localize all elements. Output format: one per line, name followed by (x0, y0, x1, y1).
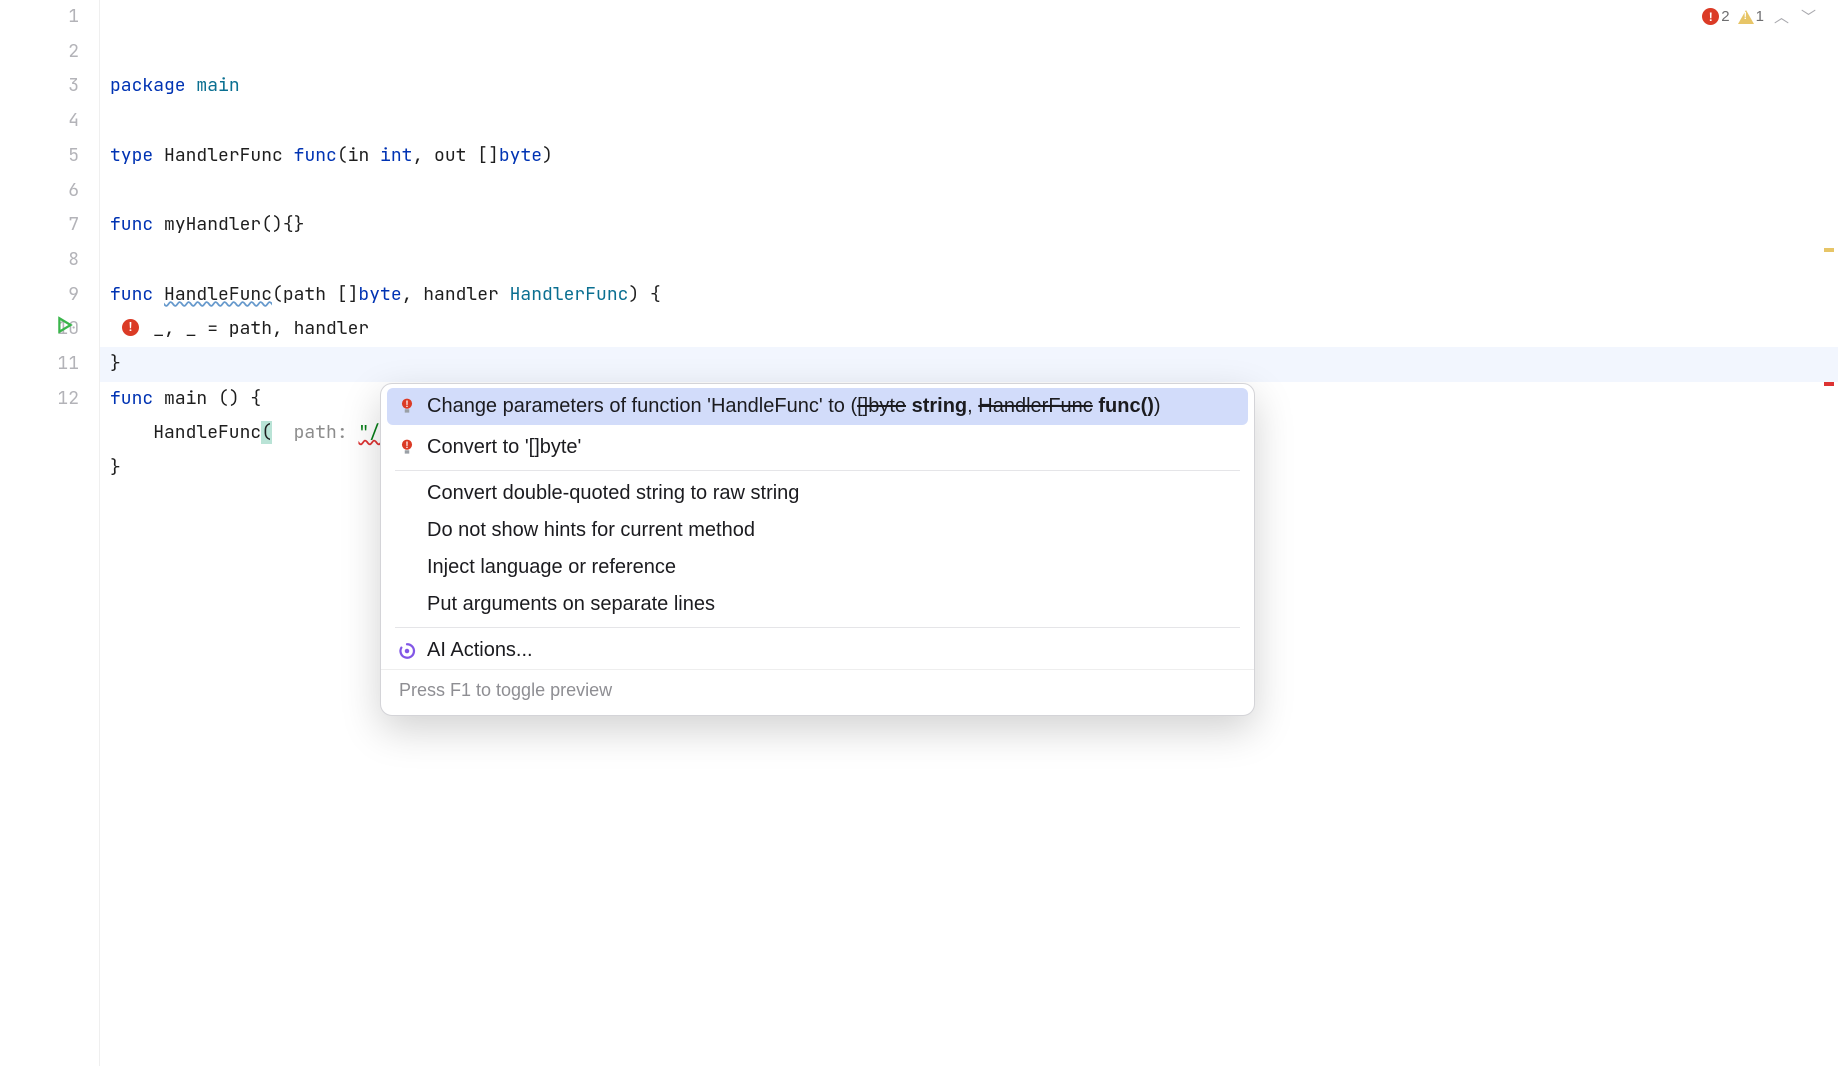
builtin-type: byte (499, 144, 542, 167)
code-text: ) (542, 144, 553, 167)
intention-label: Do not show hints for current method (427, 519, 755, 542)
line-number: 7 (0, 208, 79, 243)
intention-label: Convert double-quoted string to raw stri… (427, 482, 799, 505)
popup-separator (395, 470, 1240, 471)
warning-stripe-mark[interactable] (1824, 248, 1834, 252)
keyword: func (110, 387, 153, 410)
code-text: (path [] (272, 283, 358, 306)
code-text: _, _ = path, handler (110, 317, 369, 340)
error-inline-icon[interactable]: ! (122, 309, 139, 344)
keyword: package (110, 74, 186, 97)
next-highlight-icon[interactable]: ﹀ (1799, 6, 1818, 27)
prev-highlight-icon[interactable]: ︿ (1772, 6, 1791, 27)
line-number: 1 (0, 0, 79, 35)
code-text: (in (337, 144, 380, 167)
ai-icon (397, 642, 417, 660)
type-name: HandlerFunc (164, 144, 283, 167)
code-text: } (110, 352, 121, 375)
error-bulb-icon: ! (397, 398, 417, 416)
popup-footer-hint: Press F1 to toggle preview (381, 669, 1254, 715)
package-name: main (196, 74, 239, 97)
inspection-widget[interactable]: !2 1 ︿ ﹀ (1702, 6, 1818, 27)
code-text: , handler (402, 283, 510, 306)
svg-text:!: ! (406, 440, 409, 450)
intention-label: Put arguments on separate lines (427, 593, 715, 616)
line-number: 11 (0, 347, 79, 382)
intention-item-hide-hints[interactable]: Do not show hints for current method (381, 512, 1254, 549)
type-ref: HandlerFunc (510, 283, 629, 306)
intention-item-inject[interactable]: Inject language or reference (381, 549, 1254, 586)
paren-highlight: ( (261, 421, 272, 444)
func-name: HandleFunc (164, 283, 272, 306)
line-number: 8 (0, 243, 79, 278)
popup-separator (395, 627, 1240, 628)
func-name: myHandler (164, 213, 261, 236)
line-number: 2 (0, 35, 79, 70)
code-text: ) { (628, 283, 660, 306)
current-line-highlight (100, 347, 1838, 382)
inlay-hint: path: (272, 421, 358, 444)
line-number: 9 (0, 278, 79, 313)
keyword: type (110, 144, 153, 167)
line-number: 12 (0, 382, 79, 417)
func-name: main (164, 387, 207, 410)
error-count-value: 2 (1721, 8, 1729, 25)
run-gutter-icon[interactable] (56, 312, 74, 347)
intention-label: AI Actions... (427, 639, 533, 662)
line-number: 6 (0, 174, 79, 209)
intention-label: Change parameters of function 'HandleFun… (427, 395, 1161, 418)
code-text: () { (207, 387, 261, 410)
line-number: 3 (0, 69, 79, 104)
gutter: 1 2 3 4 5 6 7 8 9 10 11 12 (0, 0, 100, 1066)
code-text: , out [] (412, 144, 498, 167)
line-number: 5 (0, 139, 79, 174)
intention-item-ai-actions[interactable]: AI Actions... (381, 632, 1254, 669)
builtin-type: byte (358, 283, 401, 306)
error-stripe[interactable] (1826, 0, 1834, 1066)
error-stripe-mark[interactable] (1824, 382, 1834, 386)
func-call: HandleFunc (153, 421, 261, 444)
code-text: (){} (261, 213, 304, 236)
error-count[interactable]: !2 (1702, 8, 1729, 25)
intention-item-raw-string[interactable]: Convert double-quoted string to raw stri… (381, 475, 1254, 512)
intention-label: Convert to '[]byte' (427, 436, 581, 459)
keyword: func (110, 283, 153, 306)
intention-item-split-args[interactable]: Put arguments on separate lines (381, 586, 1254, 623)
builtin-type: int (380, 144, 412, 167)
intention-popup: ! Change parameters of function 'HandleF… (380, 383, 1255, 716)
warning-count[interactable]: 1 (1738, 8, 1764, 25)
warning-count-value: 1 (1756, 8, 1764, 25)
keyword: func (110, 213, 153, 236)
keyword: func (294, 144, 337, 167)
intention-label: Inject language or reference (427, 556, 676, 579)
code-text: } (110, 456, 121, 479)
error-bulb-icon: ! (397, 439, 417, 457)
intention-item-convert-byte[interactable]: ! Convert to '[]byte' (381, 429, 1254, 466)
code-indent (110, 421, 153, 444)
svg-text:!: ! (406, 399, 409, 409)
intention-item-change-params[interactable]: ! Change parameters of function 'HandleF… (387, 388, 1248, 425)
line-number: 4 (0, 104, 79, 139)
